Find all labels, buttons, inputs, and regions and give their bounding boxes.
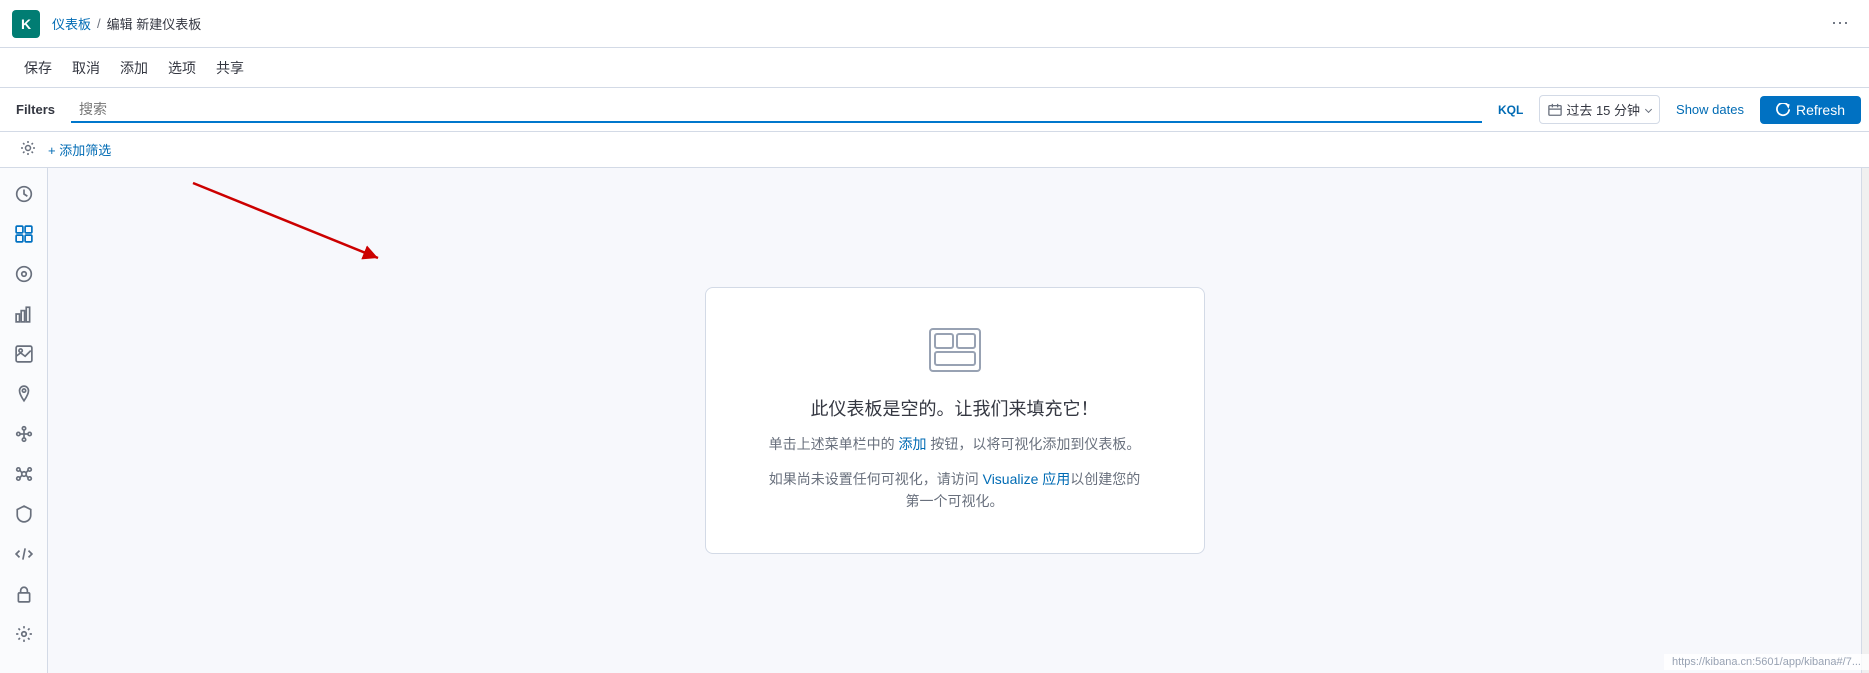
sidebar-item-maps[interactable] [6,376,42,412]
empty-state: 此仪表板是空的。让我们来填充它！ 单击上述菜单栏中的 添加 按钮，以将可视化添加… [705,287,1205,553]
empty-state-desc2: 如果尚未设置任何可视化，请访问 Visualize 应用以创建您的第一个可视化。 [766,468,1144,513]
gear-icon [20,140,36,156]
kql-badge[interactable]: KQL [1490,103,1531,117]
sidebar-item-dashboard[interactable] [6,216,42,252]
app-logo: K [12,10,40,38]
options-button[interactable]: 选项 [160,54,204,82]
show-dates-button[interactable]: Show dates [1668,98,1752,121]
search-input[interactable] [71,101,1482,117]
filters-label: Filters [8,102,63,117]
refresh-label: Refresh [1796,102,1845,118]
breadcrumb-separator: / [97,16,101,31]
cancel-button[interactable]: 取消 [64,54,108,82]
sidebar-item-graph[interactable] [6,456,42,492]
search-input-wrap [71,97,1482,123]
gear-button[interactable] [16,138,40,161]
add-filter-row: + 添加筛选 [0,132,1869,168]
sidebar-item-monitoring[interactable] [6,576,42,612]
add-button[interactable]: 添加 [112,54,156,82]
empty-state-title: 此仪表板是空的。让我们来填充它！ [766,395,1144,421]
share-button[interactable]: 共享 [208,54,252,82]
add-filter-button[interactable]: + 添加筛选 [48,140,111,159]
sidebar-item-siem[interactable] [6,496,42,532]
layout: 此仪表板是空的。让我们来填充它！ 单击上述菜单栏中的 添加 按钮，以将可视化添加… [0,168,1869,673]
main-content: 此仪表板是空的。让我们来填充它！ 单击上述菜单栏中的 添加 按钮，以将可视化添加… [48,168,1861,673]
time-label: 过去 15 分钟 [1566,100,1640,119]
sidebar [0,168,48,673]
breadcrumb: 仪表板 / 编辑 新建仪表板 [52,14,201,33]
sidebar-item-canvas[interactable] [6,336,42,372]
sidebar-item-discover[interactable] [6,256,42,292]
refresh-icon [1776,103,1790,117]
sidebar-item-management[interactable] [6,616,42,652]
add-link[interactable]: 添加 [899,436,927,452]
sidebar-item-ml[interactable] [6,416,42,452]
top-bar: K 仪表板 / 编辑 新建仪表板 ⋯ [0,0,1869,48]
sidebar-item-devtools[interactable] [6,536,42,572]
time-picker[interactable]: 过去 15 分钟 [1539,95,1660,124]
sidebar-item-recent[interactable] [6,176,42,212]
filter-bar: Filters KQL 过去 15 分钟 Show dates Refresh [0,88,1869,132]
visualize-link[interactable]: Visualize 应用 [983,471,1071,487]
url-bar: https://kibana.cn:5601/app/kibana#/7... [1664,654,1869,670]
chevron-down-icon [1645,106,1652,113]
breadcrumb-current: 编辑 新建仪表板 [107,14,202,33]
empty-state-icon [766,328,1144,375]
window-controls[interactable]: ⋯ [1823,9,1857,38]
action-bar: 保存 取消 添加 选项 共享 [0,48,1869,88]
empty-state-desc1: 单击上述菜单栏中的 添加 按钮，以将可视化添加到仪表板。 [766,433,1144,455]
right-scrollbar[interactable] [1861,168,1869,673]
save-button[interactable]: 保存 [16,54,60,82]
sidebar-item-visualize[interactable] [6,296,42,332]
refresh-button[interactable]: Refresh [1760,96,1861,124]
breadcrumb-home[interactable]: 仪表板 [52,14,91,33]
